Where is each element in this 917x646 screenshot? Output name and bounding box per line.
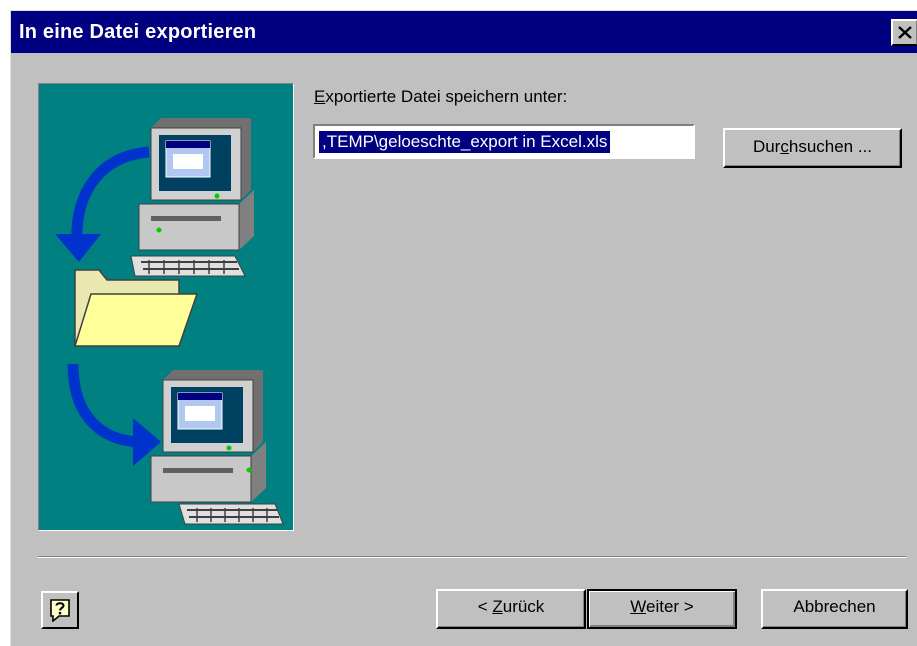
browse-label-a: Dur: [752, 137, 781, 156]
arrow-icon: [67, 363, 161, 466]
back-mnemonic: Z: [492, 597, 503, 616]
folder-icon: [73, 269, 199, 347]
arrow-icon: [55, 146, 150, 262]
label-mnemonic: E: [314, 87, 326, 106]
export-path-input[interactable]: ,TEMP\geloeschte_export in Excel.xls: [313, 124, 695, 159]
back-label-b: urück: [502, 597, 545, 616]
separator-line: [38, 556, 906, 558]
next-button[interactable]: Weiter >: [587, 589, 737, 629]
browse-button[interactable]: Durchsuchen ...: [723, 128, 902, 168]
next-label-b: eiter >: [646, 597, 694, 616]
export-path-value: ,TEMP\geloeschte_export in Excel.xls: [319, 131, 611, 153]
computer-icon: [130, 118, 254, 277]
browse-mnemonic: c: [780, 137, 789, 156]
computer-icon: [150, 370, 284, 525]
close-button[interactable]: [891, 19, 917, 46]
export-dialog: In eine Datei exportieren Exportierte Da…: [10, 10, 917, 646]
help-button[interactable]: [41, 591, 79, 629]
browse-label-b: hsuchen ...: [788, 137, 873, 156]
close-icon: [898, 26, 912, 39]
next-mnemonic: W: [630, 597, 646, 616]
export-path-label: Exportierte Datei speichern unter:: [314, 87, 567, 107]
label-text: xportierte Datei speichern unter:: [325, 87, 568, 106]
dialog-title: In eine Datei exportieren: [19, 21, 257, 43]
back-button[interactable]: < Zurück: [436, 589, 586, 629]
help-icon: [50, 599, 70, 622]
cancel-button[interactable]: Abbrechen: [761, 589, 908, 629]
back-label-a: <: [477, 597, 493, 616]
wizard-illustration: [38, 83, 294, 531]
title-bar[interactable]: In eine Datei exportieren: [11, 11, 917, 53]
